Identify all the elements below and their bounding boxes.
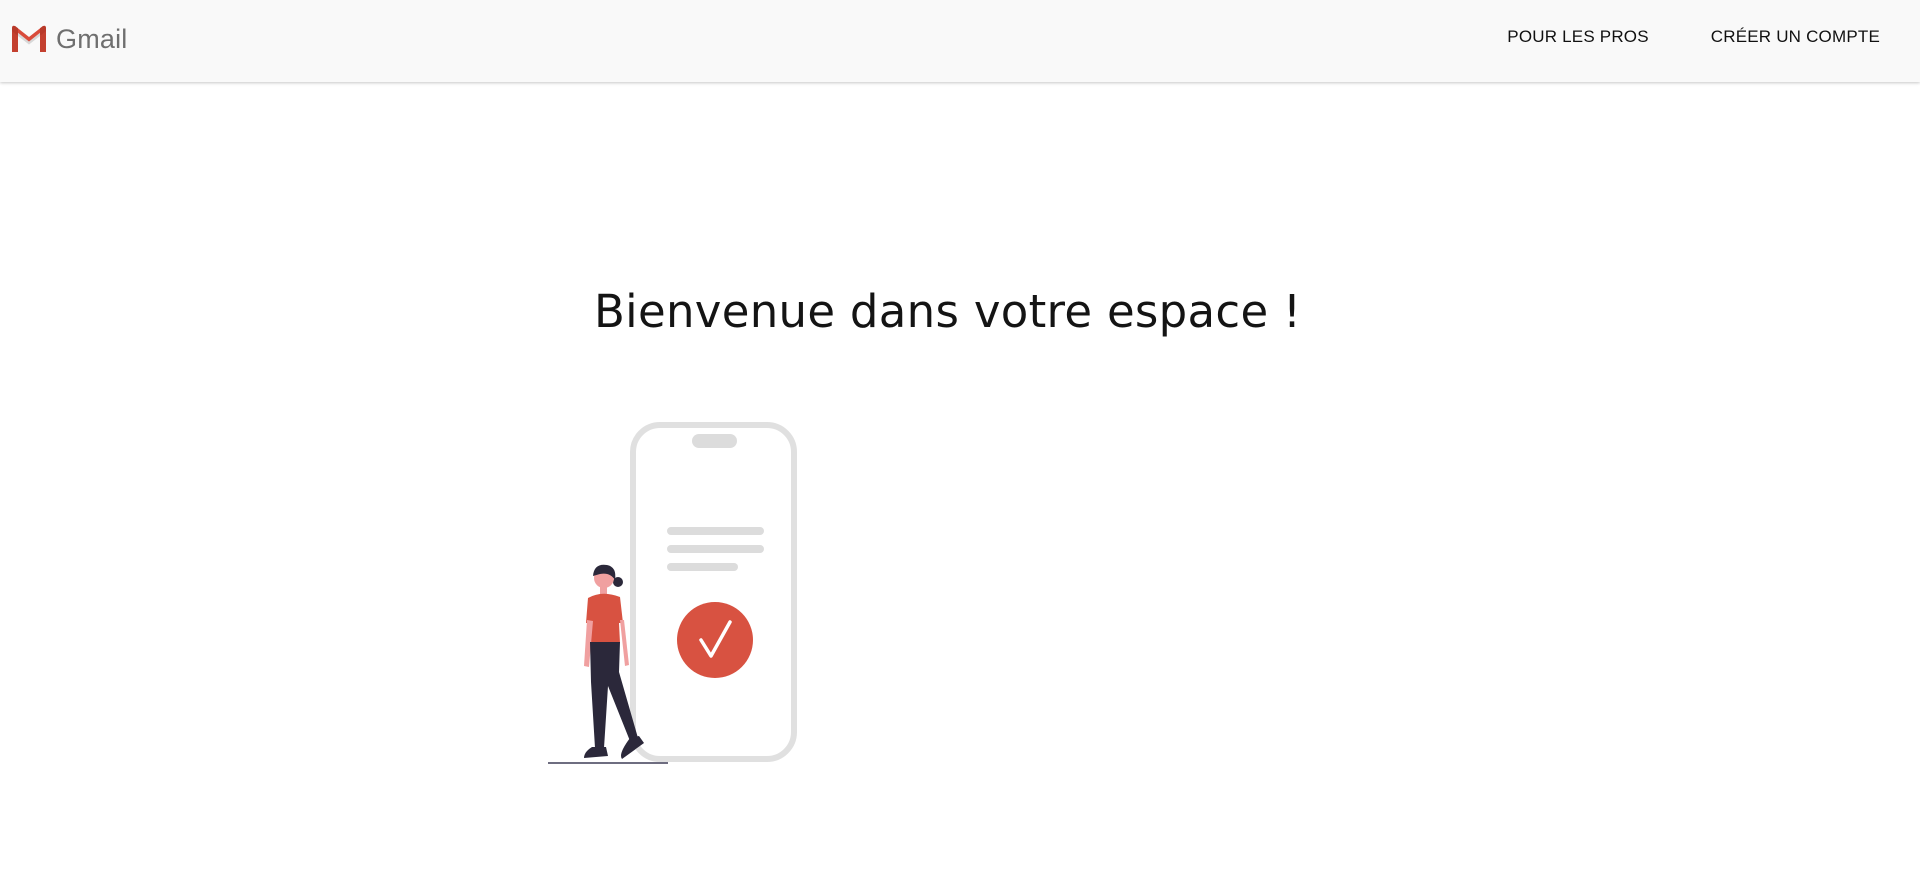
top-nav: POUR LES PROS CRÉER UN COMPTE <box>1507 0 1880 74</box>
gmail-logo[interactable]: Gmail <box>10 24 128 54</box>
phone-notch <box>692 434 737 448</box>
top-bar: Gmail POUR LES PROS CRÉER UN COMPTE <box>0 0 1920 82</box>
phone-text-line <box>667 527 764 535</box>
page-title: Bienvenue dans votre espace ! <box>594 285 1302 338</box>
nav-link-creer-un-compte[interactable]: CRÉER UN COMPTE <box>1711 27 1880 47</box>
brand-name: Gmail <box>56 24 128 54</box>
phone-text-line <box>667 545 764 553</box>
phone-checkmark-illustration <box>540 420 800 765</box>
check-circle <box>677 602 753 678</box>
gmail-m-icon <box>10 24 48 54</box>
illustration-svg <box>548 422 797 764</box>
nav-link-pour-les-pros[interactable]: POUR LES PROS <box>1507 27 1648 47</box>
phone-text-line <box>667 563 738 571</box>
phone-frame <box>630 422 797 762</box>
